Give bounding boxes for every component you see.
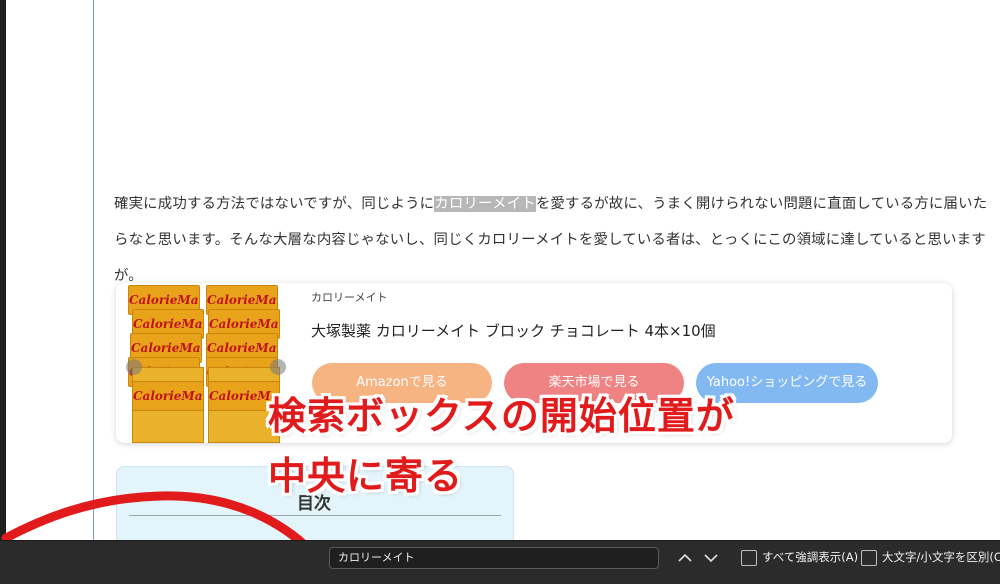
chevron-down-icon[interactable] — [701, 547, 721, 569]
product-brand: カロリーメイト — [311, 291, 388, 304]
product-name[interactable]: 大塚製薬 カロリーメイト ブロック チョコレート 4本×10個 — [311, 320, 716, 341]
paragraph-text-before: 確実に成功する方法ではないですが、同じように — [114, 196, 435, 212]
annotation-line-1: 検索ボックスの開始位置が — [268, 394, 735, 438]
match-case-checkbox[interactable] — [861, 550, 877, 566]
annotation-line-2: 中央に寄る — [268, 454, 464, 498]
chevron-up-icon[interactable] — [675, 547, 695, 569]
carousel-prev-icon[interactable] — [126, 359, 142, 375]
search-match-highlight: カロリーメイト — [434, 196, 536, 212]
match-case-label[interactable]: 大文字/小文字を区別(C) — [882, 549, 1000, 565]
find-bar: すべて強調表示(A) 大文字/小文字を区別(C) — [0, 540, 1000, 584]
carousel-next-icon[interactable] — [270, 359, 286, 375]
product-image: CalorieMate CalorieMate CalorieMate Calo… — [128, 285, 280, 443]
highlight-all-label[interactable]: すべて強調表示(A) — [762, 549, 858, 565]
article-paragraph: 確実に成功する方法ではないですが、同じようにカロリーメイトを愛するが故に、うまく… — [114, 186, 994, 294]
browser-page[interactable]: 確実に成功する方法ではないですが、同じようにカロリーメイトを愛するが故に、うまく… — [6, 0, 1000, 540]
page-guide-line — [93, 0, 94, 540]
highlight-all-checkbox[interactable] — [741, 550, 757, 566]
package-label: CalorieMate — [132, 381, 204, 411]
find-input[interactable] — [329, 547, 659, 569]
